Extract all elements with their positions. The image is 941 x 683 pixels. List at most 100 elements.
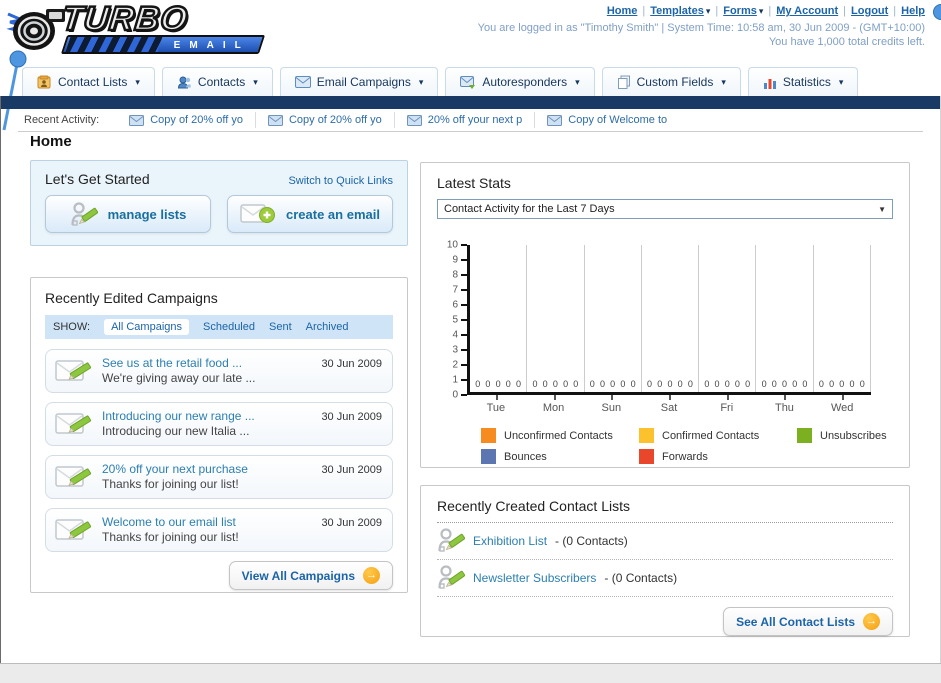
header-link-home[interactable]: Home bbox=[607, 5, 638, 17]
help-bubble-icon[interactable] bbox=[933, 4, 941, 20]
tab-statistics[interactable]: Statistics ▾ bbox=[747, 67, 859, 96]
data-value-label: 0 bbox=[552, 379, 558, 389]
status-line-2: You have 1,000 total credits left. bbox=[768, 36, 925, 48]
autoresponders-icon bbox=[460, 75, 476, 89]
data-value-label: 0 bbox=[859, 379, 865, 389]
get-started-title: Let's Get Started bbox=[45, 171, 150, 187]
chevron-down-icon: ▾ bbox=[705, 6, 711, 16]
legend-item-forwards: Forwards bbox=[639, 449, 797, 464]
data-value-label: 0 bbox=[704, 379, 710, 389]
recent-activity-item[interactable]: 20% off your next p bbox=[393, 112, 535, 128]
data-value-labels: 00000 bbox=[699, 379, 755, 389]
recent-activity-item[interactable]: Copy of Welcome to bbox=[534, 112, 679, 128]
data-value-label: 0 bbox=[849, 379, 855, 389]
contact-list-items: Exhibition List - (0 Contacts) Newsletter… bbox=[437, 523, 893, 597]
campaign-date: 30 Jun 2009 bbox=[321, 411, 382, 423]
header-link-my-account[interactable]: My Account bbox=[776, 5, 838, 17]
view-all-campaigns-button[interactable]: View All Campaigns → bbox=[228, 561, 393, 590]
recent-activity-link[interactable]: Copy of 20% off yo bbox=[289, 114, 382, 126]
envelope-pencil-icon bbox=[54, 409, 94, 439]
page-title: Home bbox=[30, 133, 72, 150]
data-value-label: 0 bbox=[677, 379, 683, 389]
get-started-buttons: manage lists create an email bbox=[45, 195, 393, 233]
contact-lists-title: Recently Created Contact Lists bbox=[437, 498, 893, 523]
campaign-card-body: Welcome to our email list Thanks for join… bbox=[102, 515, 313, 545]
create-an-email-button[interactable]: create an email bbox=[227, 195, 393, 233]
view-all-campaigns-label: View All Campaigns bbox=[241, 568, 355, 583]
campaign-card-body: Introducing our new range ... Introducing… bbox=[102, 409, 313, 439]
link-separator: | bbox=[642, 5, 646, 17]
contact-list-link-newsletter-subscribers[interactable]: Newsletter Subscribers bbox=[473, 571, 596, 585]
header-link-templates[interactable]: Templates bbox=[650, 5, 704, 17]
campaign-card[interactable]: 20% off your next purchase Thanks for joi… bbox=[45, 455, 393, 499]
header-link-forms[interactable]: Forms bbox=[723, 5, 757, 17]
campaign-title-link[interactable]: Introducing our new range ... bbox=[102, 409, 313, 424]
data-value-label: 0 bbox=[563, 379, 569, 389]
campaign-date: 30 Jun 2009 bbox=[321, 517, 382, 529]
x-tick-label: Thu bbox=[756, 395, 814, 414]
header-link-help[interactable]: Help bbox=[901, 5, 925, 17]
x-tick-label: Wed bbox=[813, 395, 871, 414]
contact-list-link-exhibition-list[interactable]: Exhibition List bbox=[473, 534, 547, 548]
data-value-label: 0 bbox=[495, 379, 501, 389]
recent-activity-link[interactable]: 20% off your next p bbox=[428, 114, 523, 126]
link-separator: | bbox=[715, 5, 719, 17]
envelope-icon bbox=[547, 114, 563, 126]
tab-email-campaigns[interactable]: Email Campaigns ▾ bbox=[279, 67, 439, 96]
filter-all-campaigns[interactable]: All Campaigns bbox=[104, 319, 189, 335]
recent-activity-item[interactable]: Copy of 20% off yo bbox=[254, 112, 394, 128]
campaigns-panel: Recently Edited Campaigns SHOW: All Camp… bbox=[30, 277, 408, 593]
tab-contact-lists[interactable]: Contact Lists ▾ bbox=[22, 67, 155, 96]
x-tick-label: Fri bbox=[698, 395, 756, 414]
stats-report-dropdown[interactable]: Contact Activity for the Last 7 Days ▼ bbox=[437, 199, 893, 219]
switch-quick-links-link[interactable]: Switch to Quick Links bbox=[288, 175, 393, 187]
link-separator: | bbox=[893, 5, 897, 17]
campaign-title-link[interactable]: Welcome to our email list bbox=[102, 515, 313, 530]
legend-label: Unconfirmed Contacts bbox=[504, 429, 613, 442]
x-tick-label: Mon bbox=[525, 395, 583, 414]
email-campaigns-icon bbox=[294, 76, 311, 88]
y-tick-label: 9 bbox=[452, 254, 458, 266]
tab-custom-fields[interactable]: Custom Fields ▾ bbox=[601, 67, 741, 96]
filter-sent[interactable]: Sent bbox=[269, 321, 292, 333]
filter-archived[interactable]: Archived bbox=[306, 321, 349, 333]
chart-day-group: 00000 bbox=[470, 245, 528, 392]
nav-tab-label: Contact Lists bbox=[58, 75, 128, 89]
contact-lists-icon bbox=[37, 75, 52, 89]
activity-divider bbox=[18, 131, 923, 132]
legend-label: Forwards bbox=[662, 450, 708, 463]
campaign-card[interactable]: Introducing our new range ... Introducing… bbox=[45, 402, 393, 446]
chevron-down-icon: ▾ bbox=[838, 76, 844, 87]
data-value-label: 0 bbox=[599, 379, 605, 389]
data-value-labels: 00000 bbox=[814, 379, 870, 389]
legend-item-unconfirmed-contacts: Unconfirmed Contacts bbox=[481, 428, 639, 443]
recent-activity-link[interactable]: Copy of 20% off yo bbox=[150, 114, 243, 126]
data-value-label: 0 bbox=[657, 379, 663, 389]
tab-contacts[interactable]: Contacts ▾ bbox=[161, 67, 273, 96]
tab-autoresponders[interactable]: Autoresponders ▾ bbox=[445, 67, 595, 96]
recent-activity-item[interactable]: Copy of 20% off yo bbox=[117, 112, 255, 128]
manage-lists-button[interactable]: manage lists bbox=[45, 195, 211, 233]
y-tick-label: 3 bbox=[452, 344, 458, 356]
nav-tab-label: Custom Fields bbox=[636, 75, 714, 89]
data-value-label: 0 bbox=[829, 379, 835, 389]
campaign-title-link[interactable]: 20% off your next purchase bbox=[102, 462, 313, 477]
data-value-label: 0 bbox=[771, 379, 777, 389]
person-pencil-icon bbox=[437, 564, 465, 591]
data-value-labels: 00000 bbox=[756, 379, 812, 389]
campaign-date: 30 Jun 2009 bbox=[321, 358, 382, 370]
data-value-label: 0 bbox=[532, 379, 538, 389]
chevron-down-icon: ▼ bbox=[878, 204, 886, 214]
header-link-logout[interactable]: Logout bbox=[851, 5, 888, 17]
contact-list-count: - (0 Contacts) bbox=[604, 570, 678, 585]
y-tick-label: 4 bbox=[452, 329, 458, 341]
recent-activity-link[interactable]: Copy of Welcome to bbox=[568, 114, 667, 126]
see-all-contact-lists-button[interactable]: See All Contact Lists → bbox=[723, 607, 893, 636]
legend-label: Unsubscribes bbox=[820, 429, 887, 442]
campaign-card[interactable]: Welcome to our email list Thanks for join… bbox=[45, 508, 393, 552]
filter-scheduled[interactable]: Scheduled bbox=[203, 321, 255, 333]
data-value-label: 0 bbox=[792, 379, 798, 389]
campaigns-title: Recently Edited Campaigns bbox=[45, 290, 218, 306]
campaign-card[interactable]: See us at the retail food ... We're givin… bbox=[45, 349, 393, 393]
campaign-title-link[interactable]: See us at the retail food ... bbox=[102, 356, 313, 371]
